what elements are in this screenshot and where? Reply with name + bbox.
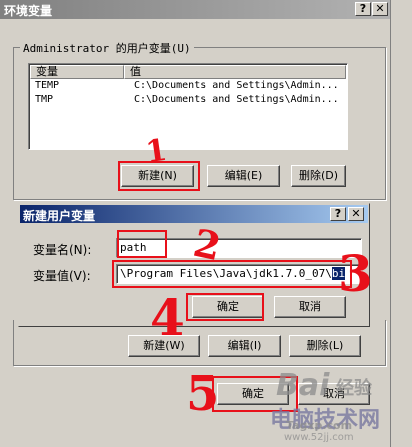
dialog-help-button[interactable]: ?: [330, 207, 346, 221]
variable-name-cell: TMP: [35, 94, 54, 105]
dialog-close-button[interactable]: ✕: [348, 207, 364, 221]
watermark-brand-2: 经验: [336, 378, 372, 399]
variable-name-label: 变量名(N):: [33, 243, 92, 257]
table-row[interactable]: TEMP C:\Documents and Settings\Admin...: [30, 80, 346, 93]
system-edit-button[interactable]: 编辑(I): [208, 335, 281, 357]
annotation-box-dialog-ok: [186, 293, 264, 321]
watermark-site-url: Tagxp.com: [286, 419, 353, 432]
dialog-titlebar: 新建用户变量 ? ✕: [20, 205, 368, 223]
close-button[interactable]: ✕: [372, 2, 388, 16]
window-titlebar: 环境变量 ? ✕: [0, 0, 412, 19]
column-header-variable[interactable]: 变量: [30, 65, 124, 79]
step-number-3: 3: [338, 244, 373, 303]
annotation-box-variable-value: [112, 260, 352, 288]
watermark-brand: Bai: [276, 368, 330, 403]
user-variables-label: Administrator 的用户变量(U): [20, 40, 194, 56]
help-button[interactable]: ?: [355, 2, 371, 16]
user-edit-button[interactable]: 编辑(E): [207, 165, 280, 187]
variable-value-label: 变量值(V):: [33, 269, 91, 283]
variable-value-cell: C:\Documents and Settings\Admin...: [134, 80, 339, 91]
watermark-url-2: www.52jj.com: [284, 432, 354, 443]
user-variables-list[interactable]: 变量 值 TEMP C:\Documents and Settings\Admi…: [28, 63, 348, 150]
user-delete-button[interactable]: 删除(D): [291, 165, 346, 187]
variable-name-cell: TEMP: [35, 80, 60, 91]
annotation-box-variable-name: [117, 230, 167, 258]
dialog-cancel-button[interactable]: 取消: [274, 296, 346, 318]
system-delete-button[interactable]: 删除(L): [289, 335, 361, 357]
table-row[interactable]: TMP C:\Documents and Settings\Admin...: [30, 94, 346, 107]
step-number-5: 5: [186, 366, 220, 422]
background-window-edge: [390, 0, 412, 447]
column-header-value[interactable]: 值: [124, 65, 346, 79]
variable-value-cell: C:\Documents and Settings\Admin...: [134, 94, 339, 105]
step-number-4: 4: [150, 288, 185, 347]
window-title: 环境变量: [4, 4, 53, 18]
dialog-title: 新建用户变量: [23, 209, 96, 223]
